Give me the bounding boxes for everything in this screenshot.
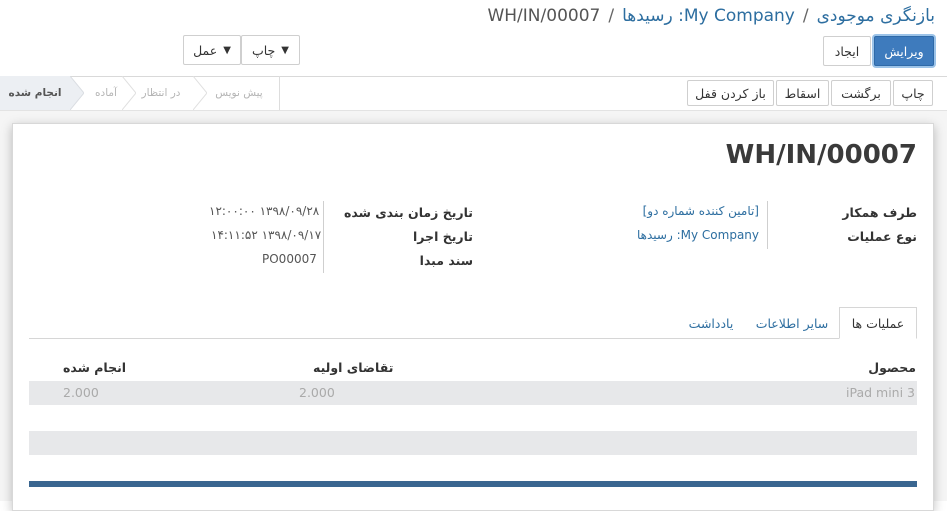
cancel-button[interactable]: اسقاط <box>776 80 829 106</box>
source-document-field[interactable]: PO00007 <box>262 252 317 266</box>
table-footer-row <box>29 431 917 455</box>
statusbar: انجام شده آماده در انتظار پیش نویس <box>0 76 280 110</box>
action-dropdown-label: عمل <box>193 42 218 58</box>
breadcrumb-receipts-link[interactable]: My Company: رسیدها <box>622 6 795 26</box>
action-dropdown-button[interactable]: عمل ▼ <box>183 35 241 65</box>
stage-label: انجام شده <box>8 87 62 99</box>
date-done-label: تاریخ اجرا <box>413 229 473 244</box>
print-dropdown-label: چاپ <box>251 42 276 58</box>
tab-operations[interactable]: عملیات ها <box>839 307 917 339</box>
tab-label: سایر اطلاعات <box>755 315 829 331</box>
breadcrumb-separator: / <box>608 6 615 26</box>
column-header-product[interactable]: محصول <box>868 360 916 375</box>
partner-label: طرف همکار <box>842 205 917 220</box>
date-done-field[interactable]: ۱۳۹۸/۰۹/۱۷ ۱۴:۱۱:۵۲ <box>211 228 321 242</box>
cell-done: 2.000 <box>63 385 99 400</box>
stage-arrow <box>193 76 207 110</box>
print-dropdown-button[interactable]: چاپ ▼ <box>241 35 300 65</box>
print-button[interactable]: چاپ <box>893 80 933 106</box>
tab-label: یادداشت <box>688 315 734 331</box>
operation-type-label: نوع عملیات <box>847 229 917 244</box>
bottom-accent-bar <box>29 481 917 487</box>
field-separator <box>323 201 324 273</box>
edit-button[interactable]: ویرایش <box>874 36 934 66</box>
stage-waiting[interactable]: در انتظار <box>136 76 186 110</box>
tab-label: عملیات ها <box>851 315 905 331</box>
statusbar-divider <box>279 76 280 110</box>
caret-down-icon: ▼ <box>281 44 289 56</box>
edit-button-label: ویرایش <box>884 43 924 59</box>
breadcrumb-separator: / <box>802 6 809 26</box>
column-header-done[interactable]: انجام شده <box>63 360 126 375</box>
breadcrumb: بازنگری موجودی / My Company: رسیدها / WH… <box>487 4 935 28</box>
stage-arrow-active <box>70 76 84 110</box>
return-button[interactable]: برگشت <box>831 80 891 106</box>
source-document-label: سند مبدا <box>419 253 473 268</box>
stage-label: پیش نویس <box>215 87 263 99</box>
cancel-button-label: اسقاط <box>784 85 821 101</box>
operation-type-field[interactable]: My Company: رسیدها <box>637 228 759 242</box>
cell-demand: 2.000 <box>299 385 335 400</box>
column-header-initial-demand[interactable]: تقاضای اولیه <box>313 360 393 375</box>
caret-down-icon: ▼ <box>223 44 231 56</box>
partner-field[interactable]: [تامین کننده شماره دو] <box>643 204 759 218</box>
stage-draft[interactable]: پیش نویس <box>207 76 271 110</box>
print-button-label: چاپ <box>901 85 925 101</box>
unlock-button[interactable]: باز کردن قفل <box>687 80 774 106</box>
create-button[interactable]: ایجاد <box>823 36 871 66</box>
record-title: WH/IN/00007 <box>725 140 917 170</box>
stage-arrow <box>122 76 136 110</box>
cell-product: iPad mini 3 <box>846 385 915 400</box>
stage-ready[interactable]: آماده <box>86 76 126 110</box>
return-button-label: برگشت <box>841 85 881 101</box>
breadcrumb-current: WH/IN/00007 <box>487 6 601 26</box>
field-separator <box>767 201 768 249</box>
scheduled-date-label: تاریخ زمان بندی شده <box>343 205 473 220</box>
stage-done[interactable]: انجام شده <box>0 76 70 110</box>
create-button-label: ایجاد <box>834 43 860 59</box>
scheduled-date-field[interactable]: ۱۳۹۸/۰۹/۲۸ ۱۲:۰۰:۰۰ <box>209 204 319 218</box>
stage-label: آماده <box>95 87 117 99</box>
breadcrumb-root-link[interactable]: بازنگری موجودی <box>817 6 935 26</box>
tab-note[interactable]: یادداشت <box>676 307 746 339</box>
unlock-button-label: باز کردن قفل <box>695 85 766 101</box>
tab-additional-info[interactable]: سایر اطلاعات <box>748 307 836 339</box>
stage-label: در انتظار <box>141 87 181 99</box>
table-row[interactable] <box>29 381 917 405</box>
